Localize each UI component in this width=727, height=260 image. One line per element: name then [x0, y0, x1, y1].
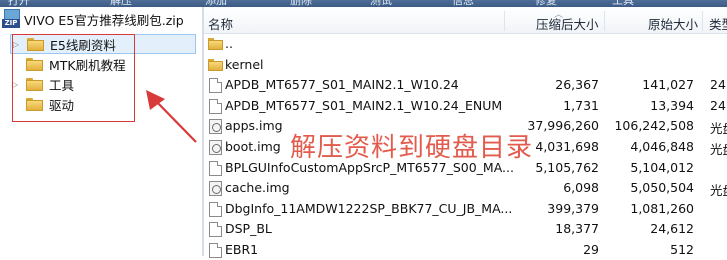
file-row[interactable]: kernel: [204, 55, 727, 75]
file-compressed-size: 1,731: [563, 97, 599, 113]
highlight-box: [12, 34, 135, 122]
folder-icon: [208, 38, 223, 50]
menu-add[interactable]: 添加: [205, 0, 227, 7]
column-header-compressed[interactable]: 压缩后大小: [536, 14, 599, 33]
file-name: ..: [225, 36, 233, 51]
file-type: 光盘: [710, 121, 727, 137]
toolbar: 打开 解压 添加 删除 测试 信息 修复 工具: [0, 0, 727, 7]
menu-info[interactable]: 信息: [452, 0, 474, 7]
file-name: DSP_BL: [225, 221, 272, 237]
file-compressed-size: 5,105,762: [535, 159, 599, 175]
zip-archive-icon: ZIP: [2, 9, 20, 29]
file-name: boot.img: [225, 139, 281, 154]
file-name: EBR1: [225, 242, 259, 257]
file-original-size: 5,050,504: [630, 180, 694, 196]
file-compressed-size: 6,098: [563, 180, 599, 196]
file-row[interactable]: ..: [204, 34, 727, 54]
file-type: 24: [710, 97, 726, 113]
document-icon: [209, 201, 222, 217]
document-icon: [209, 222, 222, 238]
disc-image-icon: [209, 119, 222, 135]
annotation-text: 解压资料到硬盘目录: [290, 133, 534, 163]
file-compressed-size: 26,367: [555, 77, 599, 93]
folder-icon: [208, 58, 223, 71]
file-list-header: 名称 ︿ 压缩后大小 原始大小 类型: [204, 7, 727, 34]
file-original-size: 4,046,848: [630, 139, 694, 154]
file-compressed-size: 29: [583, 242, 599, 257]
file-row[interactable]: APDB_MT6577_S01_MAIN2.1_W10.24_ENUM 1,731…: [204, 96, 727, 116]
column-header-type[interactable]: 类型: [709, 14, 727, 33]
file-original-size: 141,027: [642, 77, 694, 93]
file-type: 24: [710, 77, 726, 93]
zip-badge: ZIP: [2, 19, 20, 28]
menu-repair[interactable]: 修复: [535, 0, 557, 7]
column-header-original[interactable]: 原始大小: [648, 14, 698, 33]
file-name: DbgInfo_11AMDW1222SP_BBK77_CU_JB_MA...: [225, 200, 513, 216]
tree-root-label: VIVO E5官方推荐线刷包.zip: [24, 12, 184, 28]
file-compressed-size: 37,996,260: [527, 118, 599, 134]
column-header-name[interactable]: 名称: [208, 14, 233, 33]
file-type: 光盘: [710, 142, 727, 157]
file-name: apps.img: [225, 118, 283, 134]
file-original-size: 512: [670, 242, 694, 257]
file-compressed-size: 18,377: [555, 221, 599, 237]
file-compressed-size: 4,031,698: [535, 139, 599, 154]
file-row[interactable]: DSP_BL 18,377 24,612: [204, 219, 727, 239]
file-row[interactable]: EBR1 29 512: [204, 240, 727, 260]
document-icon: [209, 160, 222, 176]
file-row[interactable]: cache.img 6,098 5,050,504 光盘: [204, 178, 727, 198]
file-name: APDB_MT6577_S01_MAIN2.1_W10.24: [225, 77, 459, 93]
document-icon: [209, 78, 222, 94]
file-original-size: 1,081,260: [630, 200, 694, 216]
file-original-size: 13,394: [650, 97, 694, 113]
menu-extract[interactable]: 解压: [110, 0, 132, 7]
tree-root[interactable]: ZIP VIVO E5官方推荐线刷包.zip: [2, 9, 184, 29]
menu-test[interactable]: 测试: [370, 0, 392, 7]
file-name: cache.img: [225, 180, 290, 196]
file-compressed-size: 399,379: [547, 200, 599, 216]
menu-tools[interactable]: 工具: [612, 0, 634, 7]
file-type: 光盘: [710, 183, 727, 199]
disc-image-icon: [209, 140, 222, 155]
disc-image-icon: [209, 181, 222, 197]
file-name: APDB_MT6577_S01_MAIN2.1_W10.24_ENUM: [225, 97, 503, 113]
menu-delete[interactable]: 删除: [290, 0, 312, 7]
file-row[interactable]: DbgInfo_11AMDW1222SP_BBK77_CU_JB_MA... 39…: [204, 199, 727, 219]
file-original-size: 24,612: [650, 221, 694, 237]
file-name: kernel: [225, 56, 264, 72]
file-original-size: 5,104,012: [630, 159, 694, 175]
file-original-size: 106,242,508: [614, 118, 694, 134]
file-row[interactable]: APDB_MT6577_S01_MAIN2.1_W10.24 26,367 141,…: [204, 75, 727, 95]
menu-open[interactable]: 打开: [8, 0, 30, 7]
document-icon: [209, 98, 222, 114]
